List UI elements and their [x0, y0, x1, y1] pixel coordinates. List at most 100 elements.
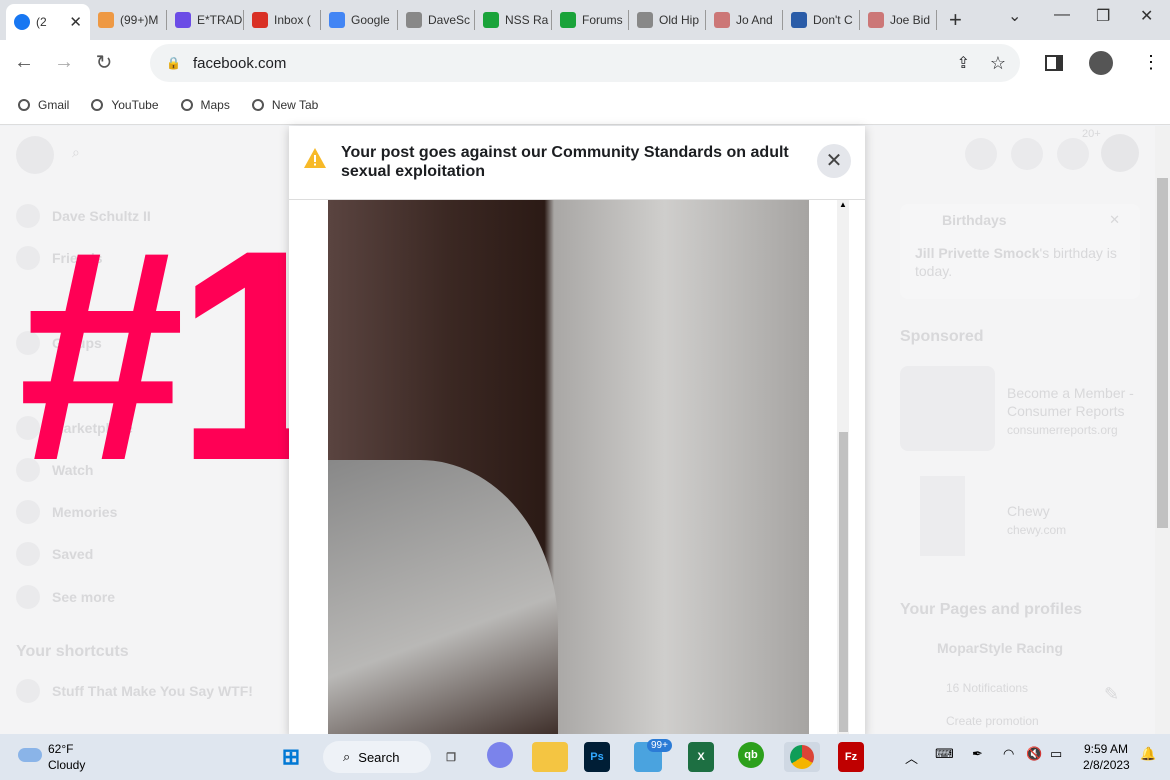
page-scrollbar[interactable]: [1155, 126, 1170, 734]
messenger-icon[interactable]: [1011, 138, 1043, 170]
taskbar-search[interactable]: ⌕ Search: [323, 741, 431, 773]
search-icon[interactable]: ⌕: [72, 144, 80, 161]
battery-icon[interactable]: ▭: [1050, 746, 1062, 762]
filezilla-icon[interactable]: Fz: [838, 742, 864, 772]
forward-button[interactable]: →: [44, 51, 84, 74]
calendar-icon: [329, 12, 345, 28]
notification-badge: 20+: [1082, 128, 1101, 140]
flag-icon: [791, 12, 807, 28]
thumbs-up-icon: [560, 12, 576, 28]
profile-avatar[interactable]: [1089, 50, 1113, 75]
tab-title: Don't C: [813, 13, 853, 27]
ghost-icon: [406, 12, 422, 28]
weather-temp[interactable]: 62°F: [48, 742, 73, 756]
pages-title: Your Pages and profiles: [900, 601, 1082, 618]
clock-date[interactable]: 2/8/2023: [1083, 758, 1130, 772]
account-avatar[interactable]: [1101, 134, 1139, 172]
tab-title: Google: [351, 13, 390, 27]
tab[interactable]: NSS Ra: [475, 10, 552, 30]
face-icon: [868, 12, 884, 28]
back-button[interactable]: ←: [4, 51, 44, 74]
shortcut-item[interactable]: Stuff That Make You Say WTF!: [16, 679, 253, 703]
teams-icon[interactable]: [487, 742, 513, 768]
tab[interactable]: Forums: [552, 10, 629, 30]
sidebar-icon: [16, 585, 40, 609]
globe-icon: [180, 98, 193, 111]
page-name[interactable]: MoparStyle Racing: [937, 640, 1063, 656]
side-panel-icon[interactable]: [1045, 54, 1063, 71]
tab[interactable]: (99+)M: [90, 10, 167, 30]
scroll-thumb[interactable]: [839, 432, 848, 732]
tab[interactable]: E*TRAD: [167, 10, 244, 30]
address-bar[interactable]: 🔒 facebook.com ⇪ ☆: [150, 44, 1020, 82]
tab-title: Joe Bid: [890, 13, 931, 27]
close-tab-icon[interactable]: ✕: [69, 13, 82, 31]
scroll-up-icon[interactable]: ▲: [839, 200, 847, 209]
scroll-thumb[interactable]: [1157, 178, 1168, 528]
dots-icon: [98, 12, 114, 28]
bookmark-item[interactable]: New Tab: [251, 98, 318, 112]
tab[interactable]: (2 ✕: [6, 4, 90, 40]
tab-title: Jo And: [736, 13, 773, 27]
tab[interactable]: Jo And: [706, 10, 783, 30]
sidebar-item[interactable]: Saved: [16, 542, 93, 566]
sidebar-icon: [16, 542, 40, 566]
ad-item[interactable]: Become a Member - Consumer Reports consu…: [900, 366, 1140, 456]
tab-title: E*TRAD: [197, 13, 243, 27]
wifi-icon[interactable]: ◠: [1003, 746, 1014, 762]
chrome-icon[interactable]: [784, 742, 820, 772]
notification-center-icon[interactable]: 🔔: [1140, 746, 1156, 762]
tab-search-icon[interactable]: ⌄: [1008, 6, 1021, 26]
restore-button[interactable]: ❐: [1096, 6, 1110, 26]
page-notifications[interactable]: 16 Notifications: [946, 681, 1028, 695]
create-promotion[interactable]: Create promotion: [946, 714, 1039, 728]
facebook-icon: [14, 14, 30, 30]
notifications-icon[interactable]: [1057, 138, 1089, 170]
keyboard-icon[interactable]: ⌨: [935, 746, 954, 762]
ad-item[interactable]: Chewy chewy.com: [900, 471, 1140, 561]
clock-time[interactable]: 9:59 AM: [1084, 742, 1128, 756]
weather-condition[interactable]: Cloudy: [48, 758, 85, 772]
task-view-icon[interactable]: ❐: [433, 742, 469, 772]
url-text: facebook.com: [192, 54, 287, 72]
tab[interactable]: Google: [321, 10, 398, 30]
etrade-icon: [175, 12, 191, 28]
photoshop-icon[interactable]: Ps: [584, 742, 610, 772]
close-dialog-button[interactable]: ✕: [817, 144, 851, 178]
bookmark-star-icon[interactable]: ☆: [990, 53, 1006, 74]
sidebar-item[interactable]: See more: [16, 585, 115, 609]
tray-overflow-icon[interactable]: ︿: [905, 748, 918, 767]
dialog-scrollbar[interactable]: ▲: [837, 200, 849, 740]
close-icon[interactable]: ✕: [1109, 212, 1120, 228]
thumbs-up-icon: [483, 12, 499, 28]
menu-grid-icon[interactable]: [965, 138, 997, 170]
gmail-icon: [252, 12, 268, 28]
post-photo: [328, 200, 809, 740]
volume-muted-icon[interactable]: 🔇: [1026, 746, 1042, 762]
excel-icon[interactable]: X: [688, 742, 714, 772]
start-button[interactable]: ⊞: [273, 742, 309, 772]
shortcut-icon: [16, 679, 40, 703]
menu-icon[interactable]: ⋮: [1142, 52, 1160, 73]
tab[interactable]: Joe Bid: [860, 10, 937, 30]
new-message-icon[interactable]: ✎: [1104, 684, 1119, 705]
file-explorer-icon[interactable]: [532, 742, 568, 772]
face-icon: [714, 12, 730, 28]
tab[interactable]: Don't C: [783, 10, 860, 30]
bookmark-item[interactable]: Maps: [180, 98, 230, 112]
tab-title: DaveSc: [428, 13, 471, 27]
tab[interactable]: Old Hip: [629, 10, 706, 30]
tab[interactable]: DaveSc: [398, 10, 475, 30]
minimize-button[interactable]: —: [1054, 6, 1070, 24]
new-tab-button[interactable]: +: [949, 7, 962, 33]
bookmark-item[interactable]: Gmail: [18, 98, 69, 112]
facebook-logo[interactable]: [16, 136, 54, 174]
close-window-button[interactable]: ✕: [1140, 6, 1153, 26]
share-icon[interactable]: ⇪: [957, 53, 970, 73]
quickbooks-icon[interactable]: qb: [738, 742, 764, 768]
bookmark-item[interactable]: YouTube: [91, 98, 159, 112]
reload-button[interactable]: ↻: [84, 50, 124, 75]
pen-icon[interactable]: ✒: [972, 746, 983, 762]
tab[interactable]: Inbox (: [244, 10, 321, 30]
globe-icon: [91, 98, 104, 111]
